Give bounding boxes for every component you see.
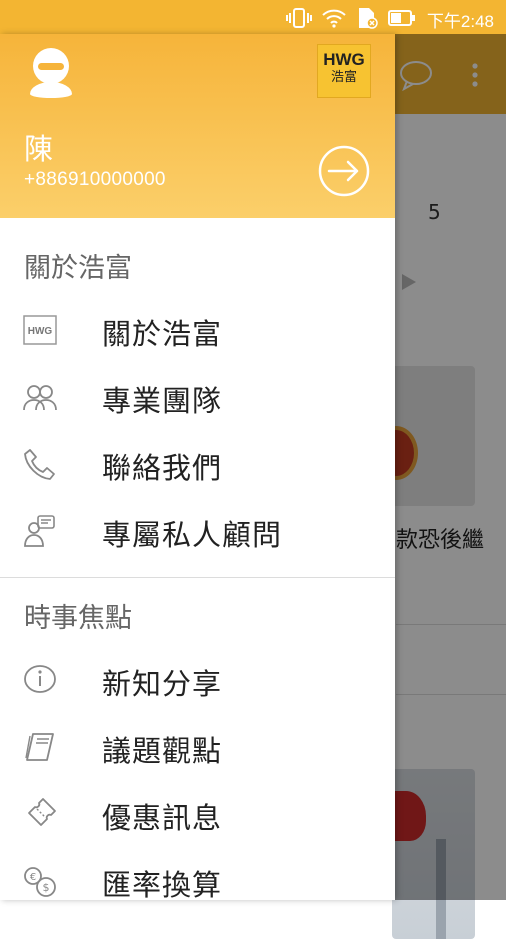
brand-logo-text: HWG: [323, 50, 365, 69]
brand-logo-chinese: 浩富: [330, 70, 357, 85]
hwg-logo-icon: HWG: [22, 312, 58, 348]
user-name: 陳: [24, 132, 54, 166]
svg-text:HWG: HWG: [28, 326, 53, 337]
svg-text:€: €: [30, 872, 36, 883]
section-title-about: 關於浩富: [24, 253, 132, 284]
menu-item-contact[interactable]: 聯絡我們: [0, 432, 395, 496]
currency-exchange-icon: € $: [22, 863, 58, 899]
menu-item-label: 專業團隊: [102, 384, 223, 418]
menu-item-label: 專屬私人顧問: [102, 518, 283, 552]
ticket-icon: [22, 796, 58, 832]
vibrate-icon: [286, 8, 312, 28]
menu-item-about[interactable]: HWG 關於浩富: [0, 298, 395, 362]
menu-item-label: 新知分享: [102, 667, 223, 701]
navigation-drawer: HWG 浩富 陳 +886910000000 關於浩富 HWG 關於浩富 專業團…: [0, 34, 395, 902]
advisor-icon: [22, 513, 58, 549]
user-phone: +886910000000: [24, 169, 166, 190]
battery-icon: [388, 10, 415, 26]
menu-item-label: 聯絡我們: [102, 451, 223, 485]
drawer-header: HWG 浩富 陳 +886910000000: [0, 34, 395, 218]
status-icons: [286, 7, 416, 29]
status-bar: 下午2:48: [0, 0, 506, 34]
section-title-news: 時事焦點: [24, 603, 132, 634]
menu-item-label: 關於浩富: [102, 317, 223, 351]
book-icon: [22, 729, 58, 765]
team-icon: [22, 379, 58, 415]
menu-item-team[interactable]: 專業團隊: [0, 365, 395, 429]
phone-icon: [22, 446, 58, 482]
menu-item-news-sharing[interactable]: 新知分享: [0, 648, 395, 712]
menu-item-label: 匯率換算: [102, 868, 223, 902]
logout-icon[interactable]: [317, 144, 371, 198]
menu-item-label: 優惠訊息: [102, 801, 223, 835]
wifi-icon: [322, 9, 346, 28]
sim-card-icon: [359, 8, 378, 29]
menu-item-promotions[interactable]: 優惠訊息: [0, 782, 395, 846]
brand-logo: HWG 浩富: [317, 44, 371, 98]
status-time: 下午2:48: [426, 12, 494, 31]
section-divider: [0, 577, 395, 578]
menu-item-label: 議題觀點: [102, 734, 223, 768]
avatar-icon: [30, 48, 72, 98]
menu-item-viewpoints[interactable]: 議題觀點: [0, 715, 395, 779]
svg-text:$: $: [43, 881, 50, 894]
menu-item-exchange-rate[interactable]: € $ 匯率換算: [0, 849, 395, 913]
menu-item-advisor[interactable]: 專屬私人顧問: [0, 499, 395, 563]
info-icon: [22, 662, 58, 698]
